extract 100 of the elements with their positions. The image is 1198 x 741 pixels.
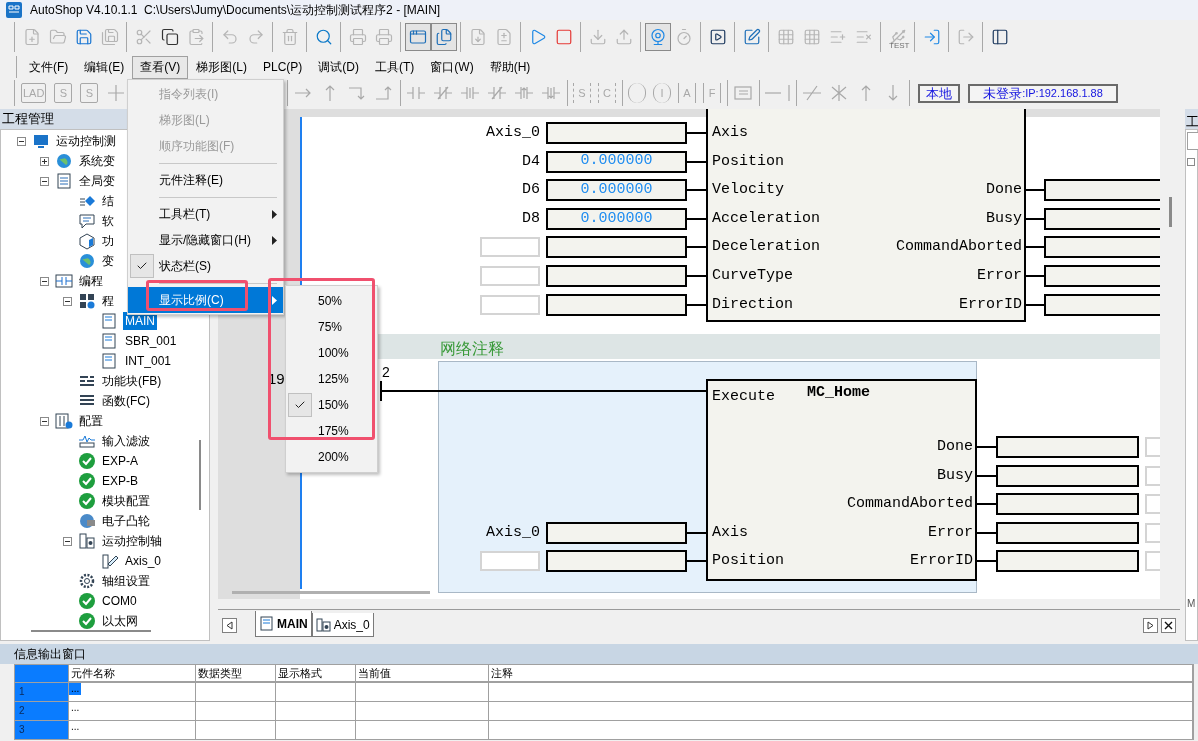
tree-item[interactable]: 运动控制轴 xyxy=(100,532,164,550)
tree-item[interactable]: 配置 xyxy=(77,412,105,430)
tree-item[interactable]: EXP-B xyxy=(100,472,140,490)
horizontal-scrollbar[interactable] xyxy=(232,591,430,594)
tree-item[interactable]: INT_001 xyxy=(123,352,174,370)
tree-item[interactable]: 轴组设置 xyxy=(100,572,152,590)
scrollbar-thumb[interactable] xyxy=(1168,197,1172,227)
tree-item[interactable]: 输入滤波 xyxy=(100,432,152,450)
menu-item[interactable]: 75% xyxy=(286,314,377,340)
wire xyxy=(687,560,706,562)
menu-item[interactable]: 梯形图(L) xyxy=(188,55,255,79)
expander-icon[interactable] xyxy=(17,136,26,146)
horizontal-scrollbar[interactable] xyxy=(31,630,151,632)
operand-field[interactable] xyxy=(996,493,1139,515)
tree-item[interactable]: 全局变 xyxy=(77,172,117,190)
expander-icon[interactable] xyxy=(40,416,49,426)
tree-item[interactable]: SBR_001 xyxy=(123,332,179,350)
empty-operand-field[interactable] xyxy=(480,266,540,286)
tree-item[interactable]: 模块配置 xyxy=(100,492,152,510)
empty-operand-field[interactable] xyxy=(480,237,540,258)
column-header[interactable]: 注释 xyxy=(489,665,1193,682)
operand-field[interactable] xyxy=(996,521,1139,544)
tree-item[interactable]: 程 xyxy=(100,292,116,310)
menu-item[interactable]: 工具(T) xyxy=(367,55,423,79)
empty-operand-field[interactable] xyxy=(480,551,540,571)
close-button[interactable] xyxy=(1161,618,1176,633)
tree-item[interactable]: COM0 xyxy=(100,592,139,610)
tree-item[interactable]: M xyxy=(1187,596,1196,611)
operand-label: Axis_0 xyxy=(485,125,540,140)
menu-item[interactable]: 查看(V) xyxy=(132,55,189,79)
menu-item[interactable]: 175% xyxy=(286,418,377,444)
vertical-scrollbar[interactable] xyxy=(199,440,201,510)
menu-item[interactable]: 调试(D) xyxy=(310,55,367,79)
tree-item[interactable]: 以太网 xyxy=(100,612,140,630)
wire xyxy=(687,160,706,163)
operand-field[interactable] xyxy=(1044,293,1160,316)
tree-item[interactable]: 功能块(FB) xyxy=(100,372,164,390)
operand-field[interactable] xyxy=(996,436,1139,458)
play-edit-icon xyxy=(709,28,727,46)
expander-icon[interactable] xyxy=(40,276,49,286)
empty-operand-field[interactable] xyxy=(480,294,540,315)
connection-button[interactable]: 未登录:IP:192.168.1.88 xyxy=(968,83,1118,103)
operand-field[interactable] xyxy=(1044,236,1160,259)
menu-item[interactable]: 200% xyxy=(286,444,377,470)
document-tab[interactable]: MAIN xyxy=(255,611,312,637)
row-header[interactable]: 3 xyxy=(15,721,69,739)
table-cell[interactable]: ... xyxy=(69,702,82,714)
tree-item[interactable]: 软 xyxy=(100,212,116,230)
expander-icon[interactable] xyxy=(40,176,49,186)
operand-field[interactable] xyxy=(546,236,687,259)
search-field[interactable] xyxy=(1187,132,1198,150)
operand-field[interactable] xyxy=(1044,179,1160,202)
tree-item[interactable]: 运动控制测 xyxy=(54,132,118,150)
column-header[interactable]: 数据类型 xyxy=(196,665,276,682)
tree-item[interactable]: 电子凸轮 xyxy=(100,512,152,530)
menu-item[interactable]: 150% xyxy=(286,392,377,418)
operand-field[interactable] xyxy=(546,122,687,144)
operand-field[interactable] xyxy=(1044,207,1160,230)
function-block[interactable] xyxy=(706,379,977,581)
tree-item[interactable]: 编程 xyxy=(77,272,105,290)
tree-item[interactable]: 系统变 xyxy=(77,152,117,170)
menu-item[interactable]: 100% xyxy=(286,340,377,366)
expander-icon[interactable] xyxy=(63,296,72,306)
row-header[interactable]: 1 xyxy=(15,683,69,701)
operand-field[interactable] xyxy=(546,550,687,572)
table-cell[interactable]: ... xyxy=(69,683,82,695)
ok-icon xyxy=(78,592,96,610)
copy-icon xyxy=(161,28,179,46)
row-header[interactable]: 2 xyxy=(15,702,69,720)
tree-item[interactable]: 变 xyxy=(100,252,116,270)
menu-item[interactable]: PLC(P) xyxy=(255,55,311,79)
menu-item[interactable]: 窗口(W) xyxy=(422,55,482,79)
menu-item[interactable]: 文件(F) xyxy=(21,55,77,79)
operand-field[interactable] xyxy=(546,293,687,316)
tree-item[interactable]: EXP-A xyxy=(100,452,140,470)
operand-field[interactable] xyxy=(546,265,687,287)
menu-item[interactable]: 编辑(E) xyxy=(76,55,133,79)
expander-icon[interactable] xyxy=(40,156,49,166)
operand-field[interactable] xyxy=(1044,265,1160,287)
column-header[interactable]: 当前值 xyxy=(356,665,489,682)
network-comment: 网络注释 xyxy=(440,338,504,360)
tree-item[interactable]: Axis_0 xyxy=(123,552,164,570)
function-block[interactable] xyxy=(706,109,1026,322)
column-header[interactable]: 元件名称 xyxy=(69,665,196,682)
menu-item[interactable]: 帮助(H) xyxy=(481,55,539,79)
column-header[interactable]: 显示格式 xyxy=(276,665,356,682)
operand-field[interactable] xyxy=(546,521,687,544)
scroll-right-button[interactable] xyxy=(1143,618,1158,633)
tree-item[interactable]: 函数(FC) xyxy=(100,392,152,410)
table-cell[interactable]: ... xyxy=(69,721,82,733)
tree-item[interactable]: 结 xyxy=(100,192,116,210)
operand-field[interactable] xyxy=(996,550,1139,572)
menu-item[interactable]: 50% xyxy=(286,288,377,314)
operand-field[interactable] xyxy=(996,464,1139,487)
scroll-left-button[interactable] xyxy=(222,618,237,633)
tree-item[interactable]: 功 xyxy=(100,232,116,250)
document-tab[interactable]: Axis_0 xyxy=(311,613,374,637)
menu-item[interactable]: 125% xyxy=(286,366,377,392)
mode-button[interactable]: 本地 xyxy=(918,83,960,103)
expander-icon[interactable] xyxy=(63,536,72,546)
